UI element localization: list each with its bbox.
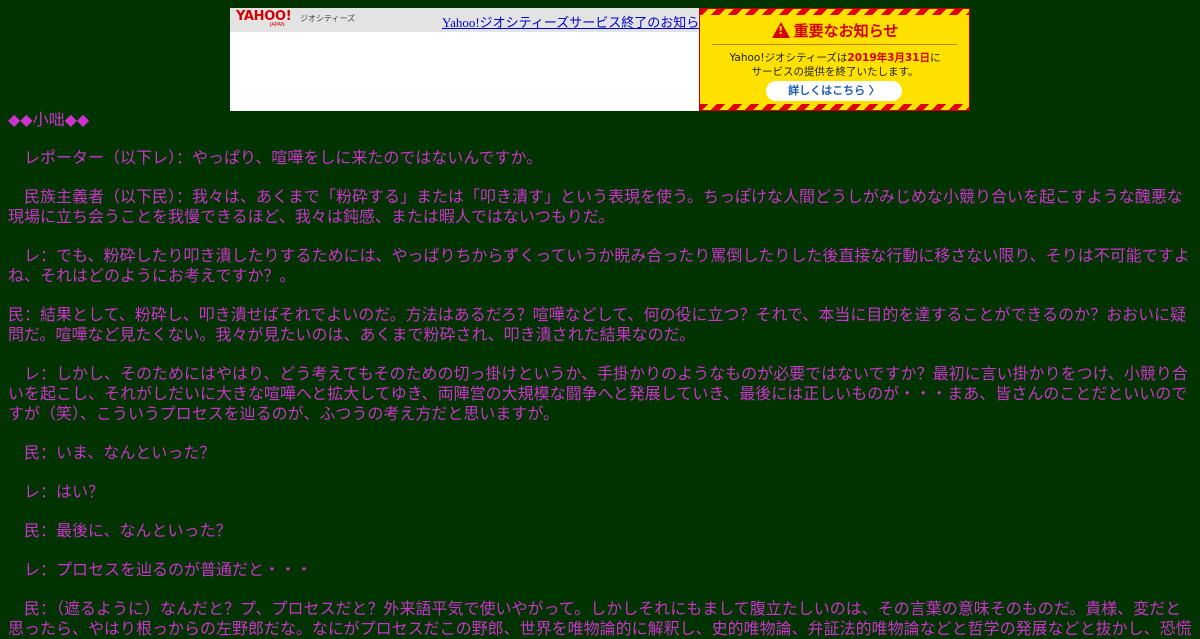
notice-divider: [712, 44, 957, 45]
dialogue-paragraph: レ：しかし、そのためにはやはり、どう考えてもそのための切っ掛けというか、手掛かり…: [8, 364, 1188, 423]
notice-text-line2: サービスの提供を終了いたします。: [751, 66, 919, 78]
notice-line1-before: Yahoo!ジオシティーズは: [729, 52, 848, 64]
dialogue-paragraph: レ：でも、粉砕したり叩き潰したりするためには、やっぱりちからずくっていうか睨み合…: [8, 246, 1190, 285]
yahoo-logo[interactable]: YAHOO!: [236, 10, 292, 23]
notice-text-line1: Yahoo!ジオシティーズは2019年3月31日に: [700, 50, 969, 65]
service-end-notice-link[interactable]: Yahoo!ジオシティーズサービス終了のお知らせ: [442, 12, 712, 31]
notice-heading: ! 重要なお知らせ: [700, 20, 969, 41]
notice-end-date: 2019年3月31日: [847, 52, 931, 64]
main-content: ◆◆小咄◆◆ レポーター（以下レ）：やっぱり、喧嘩をしに来たのではないんですか。…: [8, 111, 1192, 639]
details-button[interactable]: 詳しくはこちら 〉: [766, 81, 902, 101]
section-title: ◆◆小咄◆◆: [8, 110, 90, 129]
service-name: ジオシティーズ: [300, 14, 356, 23]
dialogue-paragraph: 民：最後に、なんといった？: [8, 521, 232, 540]
geocities-banner: YAHOO! JAPAN ジオシティーズ Yahoo!ジオシティーズサービス終了…: [230, 8, 970, 111]
dialogue-paragraph: レ：プロセスを辿るのが普通だと・・・: [8, 560, 313, 579]
dialogue-paragraph: 民：（遮るように）なんだと？プ、プロセスだと？外来語平気で使いやがって。しかしそ…: [8, 599, 1192, 638]
dialogue-paragraph: 民：結果として、粉砕し、叩き潰せばそれでよいのだ。方法はあるだろ？喧嘩などして、…: [8, 305, 1187, 344]
dialogue-paragraph: 民族主義者（以下民）：我々は、あくまで「粉砕する」または「叩き潰す」という表現を…: [8, 187, 1183, 226]
notice-line1-after: に: [930, 52, 941, 64]
yahoo-logo-sub: JAPAN: [270, 22, 285, 28]
warning-stripe-bottom: [700, 104, 969, 110]
dialogue-paragraph: レポーター（以下レ）：やっぱり、喧嘩をしに来たのではないんですか。: [8, 148, 543, 167]
notice-heading-text: 重要なお知らせ: [793, 22, 899, 40]
dialogue-paragraph: 民：いま、なんといった？: [8, 443, 216, 462]
warning-stripe-top: [700, 9, 969, 15]
dialogue-paragraph: レ：はい？: [8, 482, 105, 501]
banner-bar: YAHOO! JAPAN ジオシティーズ Yahoo!ジオシティーズサービス終了…: [230, 8, 712, 32]
important-notice-panel[interactable]: ! 重要なお知らせ Yahoo!ジオシティーズは2019年3月31日に サービスの…: [699, 8, 970, 111]
warning-triangle-icon: !: [771, 22, 790, 38]
